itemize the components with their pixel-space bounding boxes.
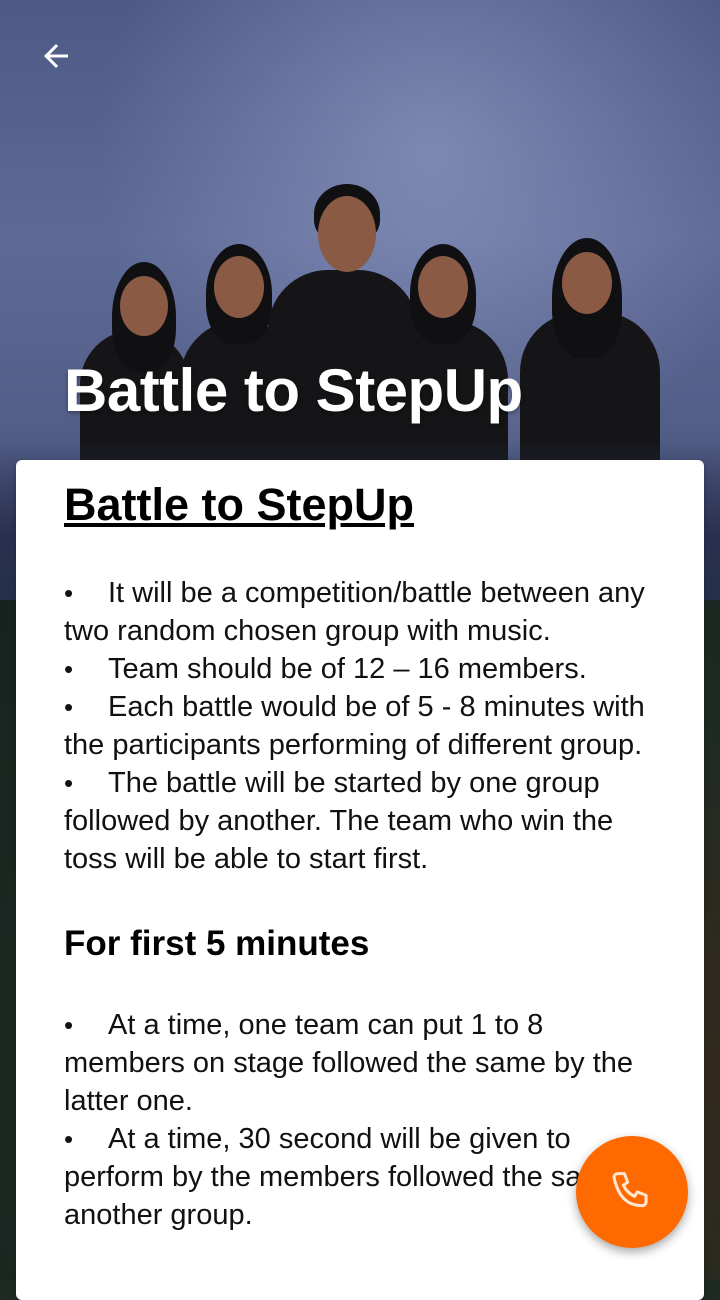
back-arrow-icon bbox=[44, 44, 68, 68]
phone-icon bbox=[612, 1172, 648, 1208]
list-item-text: Team should be of 12 – 16 members. bbox=[108, 653, 587, 685]
list-item: • The battle will be started by one group… bbox=[64, 764, 664, 878]
list-item-text: The battle will be started by one group … bbox=[64, 767, 614, 875]
list-item-text: At a time, one team can put 1 to 8 membe… bbox=[64, 1009, 634, 1117]
section-title: For first 5 minutes bbox=[64, 924, 370, 963]
bullet-icon: • bbox=[64, 654, 74, 684]
bullet-icon: • bbox=[64, 768, 74, 798]
list-item: • At a time, 30 second will be given to p… bbox=[64, 1120, 664, 1234]
list-item: • Team should be of 12 – 16 members. bbox=[64, 650, 664, 688]
performer-head bbox=[214, 256, 264, 318]
back-button[interactable] bbox=[24, 30, 88, 82]
performer-head bbox=[120, 276, 168, 336]
list-item-text: At a time, 30 second will be given to pe… bbox=[64, 1123, 661, 1231]
bullet-icon: • bbox=[64, 692, 74, 722]
call-button[interactable] bbox=[576, 1136, 688, 1248]
hero-title: Battle to StepUp bbox=[64, 357, 523, 424]
list-item: • Each battle would be of 5 - 8 minutes w… bbox=[64, 688, 664, 764]
content-heading: Battle to StepUp bbox=[64, 479, 415, 530]
bullet-icon: • bbox=[64, 1124, 74, 1154]
intro-bullet-list: • It will be a competition/battle between… bbox=[64, 574, 664, 878]
bullet-icon: • bbox=[64, 578, 74, 608]
list-item: • It will be a competition/battle between… bbox=[64, 574, 664, 650]
list-item-text: It will be a competition/battle between … bbox=[64, 577, 645, 647]
bullet-icon: • bbox=[64, 1010, 74, 1040]
performer-head bbox=[318, 196, 376, 272]
performer-head bbox=[418, 256, 468, 318]
section-bullet-list: • At a time, one team can put 1 to 8 memb… bbox=[64, 1006, 664, 1234]
list-item: • At a time, one team can put 1 to 8 memb… bbox=[64, 1006, 664, 1120]
list-item-text: Each battle would be of 5 - 8 minutes wi… bbox=[64, 691, 645, 761]
performer-head bbox=[562, 252, 612, 314]
